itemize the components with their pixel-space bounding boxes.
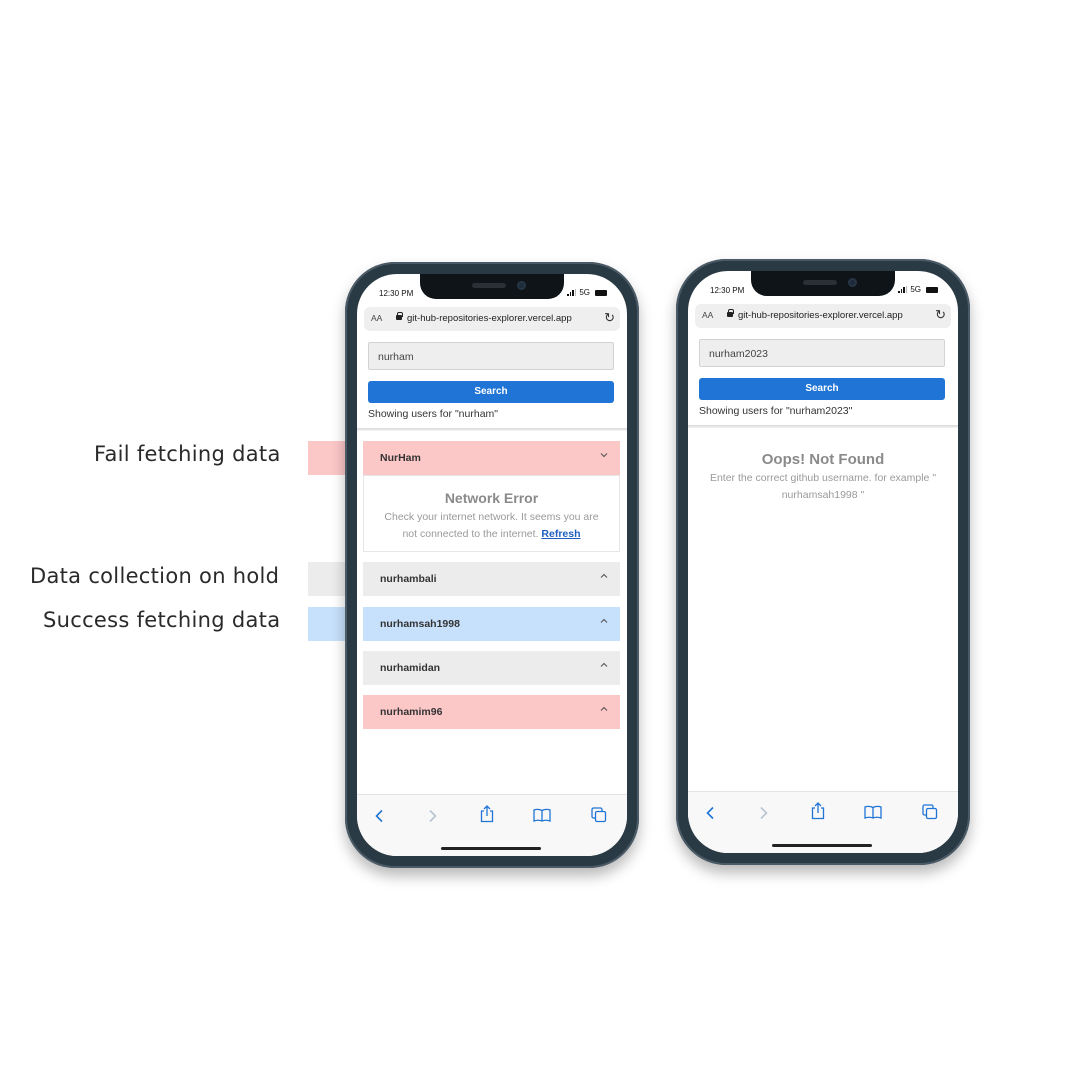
user-name: nurhamim96 — [380, 706, 443, 718]
share-icon[interactable] — [479, 805, 495, 823]
divider — [688, 425, 958, 428]
divider — [357, 428, 627, 431]
forward-icon[interactable] — [757, 806, 769, 820]
network-error-panel: Network Error Check your internet networ… — [363, 475, 620, 552]
user-row-nurhambali[interactable]: nurhambali — [363, 562, 620, 596]
signal-icon — [567, 289, 577, 296]
user-row-nurhamidan[interactable]: nurhamidan — [363, 651, 620, 685]
phone-screen: 12:30 PM 5G AA git-hub-repositories-expl… — [688, 271, 958, 853]
back-icon[interactable] — [705, 806, 717, 820]
user-row-nurham[interactable]: NurHam — [363, 441, 620, 475]
phone-left: 12:30 PM 5G AA git-hub-repositories-expl… — [345, 262, 639, 868]
user-name: nurhamidan — [380, 662, 441, 674]
battery-icon — [595, 289, 607, 296]
status-time: 12:30 PM — [710, 286, 745, 295]
status-indicators: 5G — [567, 288, 607, 297]
bookmarks-icon[interactable] — [864, 805, 882, 819]
url-text[interactable]: git-hub-repositories-explorer.vercel.app — [738, 310, 903, 321]
camera-icon — [517, 281, 526, 290]
reader-aa-button[interactable]: AA — [702, 310, 713, 320]
error-title: Network Error — [444, 490, 539, 506]
network-type: 5G — [579, 288, 590, 297]
reload-icon[interactable]: ↻ — [935, 307, 946, 323]
tabs-icon[interactable] — [591, 807, 607, 823]
refresh-link[interactable]: Refresh — [541, 528, 580, 540]
user-row-nurhamsah1998[interactable]: nurhamsah1998 — [363, 607, 620, 641]
lock-icon — [727, 309, 734, 317]
reload-icon[interactable]: ↻ — [604, 310, 615, 326]
browser-toolbar — [688, 791, 958, 853]
tabs-icon[interactable] — [922, 804, 938, 820]
address-bar[interactable]: AA git-hub-repositories-explorer.vercel.… — [695, 304, 951, 328]
home-indicator — [772, 844, 872, 847]
search-button[interactable]: Search — [699, 378, 945, 400]
network-type: 5G — [910, 285, 921, 294]
address-bar[interactable]: AA git-hub-repositories-explorer.vercel.… — [364, 307, 620, 331]
notch — [751, 271, 895, 296]
annotation-fail-label: Fail fetching data — [94, 442, 281, 466]
reader-aa-button[interactable]: AA — [371, 313, 382, 323]
user-name: nurhamsah1998 — [380, 618, 460, 630]
chevron-up-icon — [600, 706, 608, 711]
browser-toolbar — [357, 794, 627, 856]
showing-users-text: Showing users for "nurham" — [368, 408, 499, 420]
camera-icon — [848, 278, 857, 287]
status-indicators: 5G — [898, 285, 938, 294]
status-time: 12:30 PM — [379, 289, 414, 298]
error-message-line2: not connected to the internet. — [402, 528, 539, 540]
chevron-up-icon — [600, 573, 608, 578]
lock-icon — [396, 312, 403, 320]
chevron-up-icon — [600, 618, 608, 623]
chevron-down-icon — [600, 453, 608, 458]
url-text[interactable]: git-hub-repositories-explorer.vercel.app — [407, 313, 572, 324]
search-button[interactable]: Search — [368, 381, 614, 403]
home-indicator — [441, 847, 541, 850]
user-name: NurHam — [380, 452, 421, 464]
chevron-up-icon — [600, 662, 608, 667]
not-found-message-line2: nurhamsah1998 " — [781, 489, 865, 501]
not-found-message-line1: Enter the correct github username. for e… — [709, 472, 937, 484]
forward-icon[interactable] — [426, 809, 438, 823]
showing-users-text: Showing users for "nurham2023" — [699, 405, 853, 417]
not-found-message: Enter the correct github username. for e… — [696, 470, 950, 504]
back-icon[interactable] — [374, 809, 386, 823]
error-message-line1: Check your internet network. It seems yo… — [384, 511, 599, 523]
not-found-title: Oops! Not Found — [761, 451, 885, 468]
phone-right: 12:30 PM 5G AA git-hub-repositories-expl… — [676, 259, 970, 865]
user-row-nurhamim96[interactable]: nurhamim96 — [363, 695, 620, 729]
share-icon[interactable] — [810, 802, 826, 820]
battery-icon — [926, 286, 938, 293]
signal-icon — [898, 286, 908, 293]
error-message: Check your internet network. It seems yo… — [372, 509, 611, 543]
notch — [420, 274, 564, 299]
annotation-hold-label: Data collection on hold — [30, 564, 280, 588]
search-input[interactable]: nurham — [368, 342, 614, 370]
search-input[interactable]: nurham2023 — [699, 339, 945, 367]
user-name: nurhambali — [380, 573, 437, 585]
annotation-success-label: Success fetching data — [43, 608, 281, 632]
phone-screen: 12:30 PM 5G AA git-hub-repositories-expl… — [357, 274, 627, 856]
bookmarks-icon[interactable] — [533, 808, 551, 822]
